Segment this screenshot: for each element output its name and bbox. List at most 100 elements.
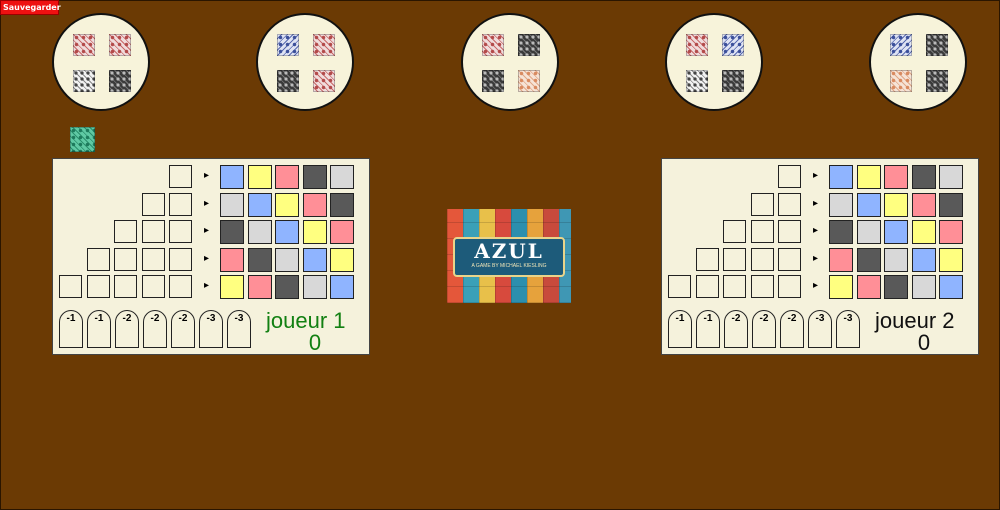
pattern-line-slot[interactable] (750, 220, 774, 243)
pattern-line-slot[interactable] (114, 220, 137, 243)
wall-cell-white (330, 165, 354, 189)
pattern-line-slot[interactable] (778, 165, 801, 188)
pattern-line-slot[interactable] (141, 192, 165, 216)
floor-line-slot[interactable]: -3 (199, 310, 223, 348)
wall-cell-black (829, 220, 853, 244)
floor-penalty-label: -3 (206, 313, 216, 324)
pattern-line-slot[interactable] (169, 247, 192, 271)
arrow-icon: ▸ (813, 252, 819, 264)
wall-cell-black (911, 165, 936, 189)
pattern-line-slot[interactable] (169, 165, 192, 188)
first-player-token[interactable] (70, 127, 95, 152)
floor-penalty-label: -1 (675, 313, 685, 324)
wall-cell-red (220, 247, 244, 272)
floor-line-slot[interactable]: -2 (724, 310, 748, 348)
pattern-line-slot[interactable] (141, 275, 165, 298)
floor-penalty-label: -2 (178, 313, 188, 324)
wall-cell-red (275, 165, 299, 189)
factory-tile-black[interactable] (926, 70, 948, 92)
wall-cell-blue (856, 192, 881, 217)
wall-cell-yellow (829, 275, 853, 299)
floor-line-slot[interactable]: -2 (780, 310, 804, 348)
pattern-line-slot[interactable] (114, 275, 137, 298)
factory-tile-orange[interactable] (890, 70, 912, 92)
pattern-line-slot[interactable] (86, 275, 110, 298)
floor-line-slot[interactable]: -2 (143, 310, 167, 348)
factory-tile-black[interactable] (109, 70, 131, 92)
save-button[interactable]: Sauvegarder (0, 0, 61, 15)
factory-tile-blue[interactable] (277, 34, 299, 56)
wall-cell-blue (302, 247, 327, 272)
pattern-line-slot[interactable] (778, 275, 801, 298)
factory-tile-pink[interactable] (313, 34, 335, 56)
floor-penalty-label: -1 (703, 313, 713, 324)
floor-line-slot[interactable]: -1 (696, 310, 720, 348)
pattern-line-slot[interactable] (141, 220, 165, 243)
wall-cell-yellow (884, 192, 908, 217)
pattern-line-slot[interactable] (778, 220, 801, 243)
pattern-line-slot[interactable] (723, 275, 746, 298)
floor-line-slot[interactable]: -3 (836, 310, 860, 348)
floor-line-slot[interactable]: -3 (808, 310, 832, 348)
factory-tile-pink[interactable] (313, 70, 335, 92)
factory-tile-blue[interactable] (722, 34, 744, 56)
player-board-1: joueur 1 0 ▸ ▸ ▸ ▸ ▸ -1 -1 -2 -2 -2 -3 -3 (52, 158, 370, 355)
arrow-icon: ▸ (813, 197, 819, 209)
factory-tile-pink[interactable] (686, 34, 708, 56)
factory-tile-black[interactable] (482, 70, 504, 92)
wall-cell-blue (939, 275, 963, 299)
pattern-line-slot[interactable] (141, 247, 165, 271)
factory-tile-white[interactable] (73, 70, 95, 92)
pattern-line-slot[interactable] (695, 275, 719, 298)
floor-line-slot[interactable]: -2 (171, 310, 195, 348)
pattern-line-slot[interactable] (169, 275, 192, 298)
wall-cell-red (884, 165, 908, 189)
wall-cell-yellow (220, 275, 244, 299)
factory-tile-black[interactable] (277, 70, 299, 92)
wall-cell-white (884, 247, 908, 272)
floor-line-slot[interactable]: -2 (752, 310, 776, 348)
pattern-line-slot[interactable] (59, 275, 82, 298)
factory-tile-black[interactable] (926, 34, 948, 56)
factory-tile-orange[interactable] (518, 70, 540, 92)
pattern-line-slot[interactable] (750, 192, 774, 216)
factory-tile-black[interactable] (722, 70, 744, 92)
pattern-line-slot[interactable] (169, 192, 192, 216)
factory-tile-black[interactable] (518, 34, 540, 56)
wall-cell-white (911, 275, 936, 299)
pattern-line-slot[interactable] (723, 247, 746, 271)
pattern-line-slot[interactable] (778, 192, 801, 216)
pattern-line-slot[interactable] (750, 247, 774, 271)
pattern-line-slot[interactable] (695, 247, 719, 271)
arrow-icon: ▸ (813, 225, 819, 236)
factory-tile-white[interactable] (686, 70, 708, 92)
wall-cell-red (330, 220, 354, 244)
arrow-icon: ▸ (204, 280, 210, 291)
pattern-line-slot[interactable] (114, 247, 137, 271)
pattern-line-slot[interactable] (668, 275, 691, 298)
floor-line-slot[interactable]: -1 (59, 310, 83, 348)
floor-line-slot[interactable]: -3 (227, 310, 251, 348)
pattern-line-slot[interactable] (169, 220, 192, 243)
pattern-line-slot[interactable] (86, 247, 110, 271)
wall-cell-black (302, 165, 327, 189)
floor-line-slot[interactable]: -1 (87, 310, 111, 348)
wall-cell-yellow (911, 220, 936, 244)
pattern-line-slot[interactable] (750, 275, 774, 298)
factory-tile-blue[interactable] (890, 34, 912, 56)
pattern-line-slot[interactable] (778, 247, 801, 271)
factory-tile-pink[interactable] (73, 34, 95, 56)
logo-subtitle: A GAME BY MICHAEL KIESLING (471, 263, 547, 269)
factory-display (461, 13, 559, 111)
wall-cell-white (275, 247, 299, 272)
wall-cell-black (247, 247, 272, 272)
arrow-icon: ▸ (813, 170, 819, 181)
floor-line-slot[interactable]: -1 (668, 310, 692, 348)
factory-tile-pink[interactable] (482, 34, 504, 56)
pattern-line-slot[interactable] (723, 220, 746, 243)
floor-penalty-label: -2 (150, 313, 160, 324)
factory-tile-pink[interactable] (109, 34, 131, 56)
wall-cell-yellow (330, 247, 354, 272)
arrow-icon: ▸ (813, 280, 819, 291)
floor-line-slot[interactable]: -2 (115, 310, 139, 348)
